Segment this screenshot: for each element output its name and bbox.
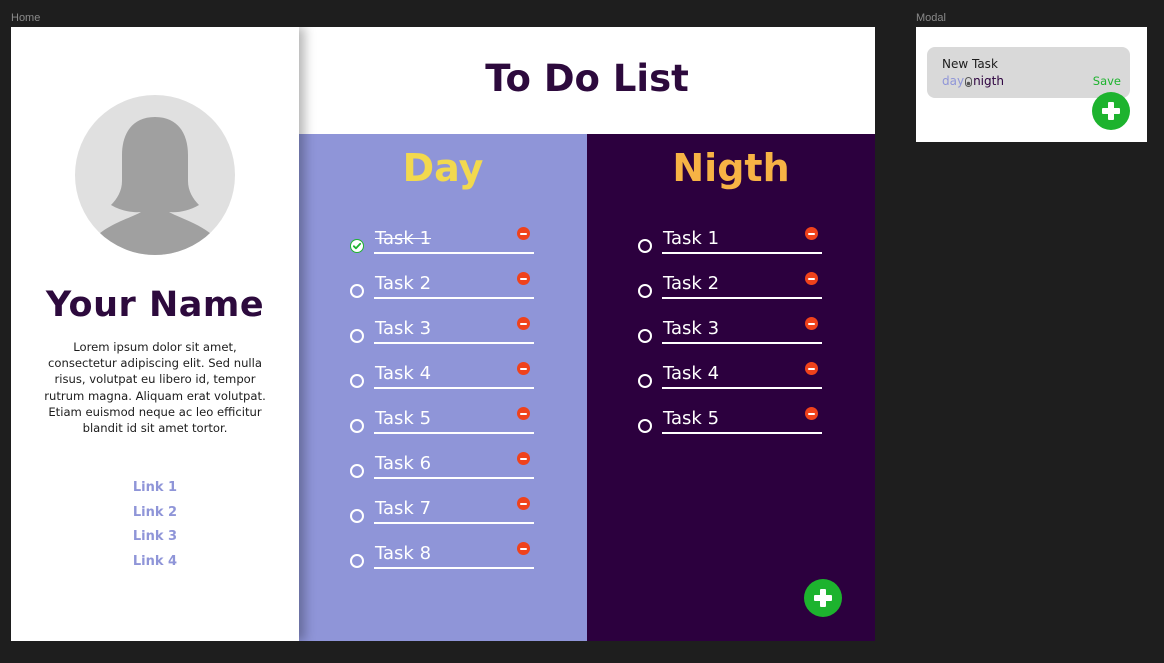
home-frame-label: Home bbox=[11, 12, 41, 24]
minus-circle-icon[interactable] bbox=[805, 227, 818, 240]
modal-frame-label: Modal bbox=[916, 12, 946, 24]
modal-add-button[interactable] bbox=[1092, 92, 1130, 130]
day-column: Day Task 1 Task 2 Task 3 Task 4 Task 5 Task 6… bbox=[299, 134, 587, 641]
profile-name: Your Name bbox=[45, 285, 265, 325]
task-checkbox[interactable] bbox=[350, 554, 364, 568]
task-item: Task 2 bbox=[587, 270, 875, 315]
modal-frame: New Task day nigth Save bbox=[916, 27, 1147, 142]
link-3[interactable]: Link 3 bbox=[11, 527, 299, 552]
person-silhouette-icon bbox=[88, 117, 222, 255]
task-checkbox[interactable] bbox=[638, 374, 652, 388]
task-item: Task 5 bbox=[587, 405, 875, 450]
link-4[interactable]: Link 4 bbox=[11, 552, 299, 577]
task-label[interactable]: Task 3 bbox=[662, 316, 822, 344]
task-checkbox[interactable] bbox=[350, 464, 364, 478]
task-label[interactable]: Task 3 bbox=[374, 316, 534, 344]
profile-bio: Lorem ipsum dolor sit amet, consectetur … bbox=[44, 340, 266, 436]
task-label[interactable]: Task 7 bbox=[374, 496, 534, 524]
page-title: To Do List bbox=[485, 57, 689, 100]
toggle-night-option[interactable]: nigth bbox=[973, 74, 1004, 88]
new-task-title: New Task bbox=[942, 57, 998, 71]
task-checkbox[interactable] bbox=[638, 284, 652, 298]
task-label[interactable]: Task 2 bbox=[662, 271, 822, 299]
task-checkbox[interactable] bbox=[350, 374, 364, 388]
link-2[interactable]: Link 2 bbox=[11, 503, 299, 528]
task-item: Task 2 bbox=[299, 270, 587, 315]
plus-icon bbox=[814, 589, 832, 607]
task-label[interactable]: Task 8 bbox=[374, 541, 534, 569]
minus-circle-icon[interactable] bbox=[517, 362, 530, 375]
task-item: Task 5 bbox=[299, 405, 587, 450]
minus-circle-icon[interactable] bbox=[517, 407, 530, 420]
task-item: Task 4 bbox=[299, 360, 587, 405]
task-label[interactable]: Task 2 bbox=[374, 271, 534, 299]
task-item: Task 8 bbox=[299, 540, 587, 585]
task-label[interactable]: Task 1 bbox=[662, 226, 822, 254]
task-label[interactable]: Task 6 bbox=[374, 451, 534, 479]
toggle-day-option[interactable]: day bbox=[942, 74, 964, 88]
task-checkbox[interactable] bbox=[638, 419, 652, 433]
new-task-card: New Task day nigth Save bbox=[927, 47, 1130, 98]
task-item: Task 1 bbox=[299, 225, 587, 270]
task-checkbox[interactable] bbox=[350, 419, 364, 433]
task-checkbox[interactable] bbox=[350, 509, 364, 523]
task-item: Task 3 bbox=[299, 315, 587, 360]
task-label[interactable]: Task 5 bbox=[662, 406, 822, 434]
link-1[interactable]: Link 1 bbox=[11, 478, 299, 503]
task-checkbox[interactable] bbox=[350, 284, 364, 298]
task-checkbox[interactable] bbox=[638, 329, 652, 343]
task-item: Task 3 bbox=[587, 315, 875, 360]
night-task-list: Task 1 Task 2 Task 3 Task 4 Task 5 bbox=[587, 225, 875, 450]
task-item: Task 6 bbox=[299, 450, 587, 495]
task-item: Task 4 bbox=[587, 360, 875, 405]
day-night-toggle: day nigth bbox=[942, 74, 1004, 88]
day-title: Day bbox=[402, 146, 484, 190]
day-task-list: Task 1 Task 2 Task 3 Task 4 Task 5 Task 6 Task… bbox=[299, 225, 587, 585]
minus-circle-icon[interactable] bbox=[517, 497, 530, 510]
home-frame: Your Name Lorem ipsum dolor sit amet, co… bbox=[11, 27, 875, 641]
task-label[interactable]: Task 1 bbox=[374, 226, 534, 254]
task-label[interactable]: Task 5 bbox=[374, 406, 534, 434]
minus-circle-icon[interactable] bbox=[517, 272, 530, 285]
profile-links: Link 1 Link 2 Link 3 Link 4 bbox=[11, 478, 299, 576]
save-button[interactable]: Save bbox=[1093, 74, 1121, 88]
night-title: Nigth bbox=[672, 146, 790, 190]
task-label[interactable]: Task 4 bbox=[662, 361, 822, 389]
minus-circle-icon[interactable] bbox=[805, 272, 818, 285]
night-column: Nigth Task 1 Task 2 Task 3 Task 4 Task 5 bbox=[587, 134, 875, 641]
task-item: Task 7 bbox=[299, 495, 587, 540]
minus-circle-icon[interactable] bbox=[517, 317, 530, 330]
minus-circle-icon[interactable] bbox=[517, 227, 530, 240]
task-label[interactable]: Task 4 bbox=[374, 361, 534, 389]
minus-circle-icon[interactable] bbox=[805, 317, 818, 330]
plus-icon bbox=[1102, 102, 1120, 120]
check-circle-icon[interactable] bbox=[350, 239, 364, 253]
add-task-button[interactable] bbox=[804, 579, 842, 617]
task-item: Task 1 bbox=[587, 225, 875, 270]
task-checkbox[interactable] bbox=[350, 329, 364, 343]
minus-circle-icon[interactable] bbox=[805, 362, 818, 375]
minus-circle-icon[interactable] bbox=[805, 407, 818, 420]
minus-circle-icon[interactable] bbox=[517, 452, 530, 465]
minus-circle-icon[interactable] bbox=[517, 542, 530, 555]
task-checkbox[interactable] bbox=[638, 239, 652, 253]
profile-sidebar: Your Name Lorem ipsum dolor sit amet, co… bbox=[11, 27, 299, 641]
page-header: To Do List bbox=[299, 27, 875, 134]
avatar bbox=[75, 95, 235, 255]
toggle-switch-icon[interactable] bbox=[965, 76, 973, 87]
